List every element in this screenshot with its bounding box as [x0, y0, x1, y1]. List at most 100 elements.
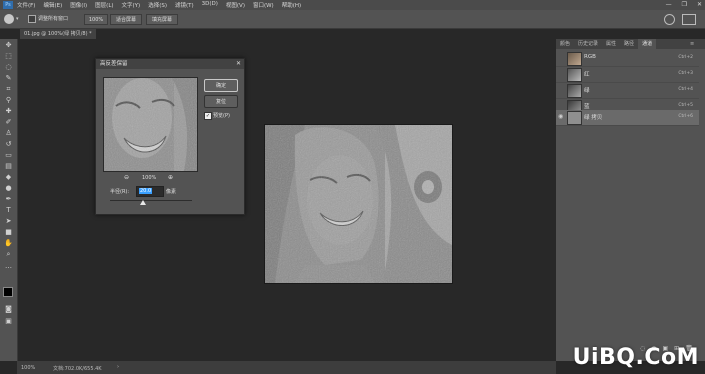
- eraser-tool-icon[interactable]: ▭: [3, 151, 14, 160]
- preview-checkbox[interactable]: ✓: [204, 112, 212, 120]
- fit-screen-button[interactable]: 适合屏幕: [110, 14, 142, 25]
- status-bar: 100% 文档:702.0K/655.4K ›: [17, 361, 556, 374]
- eyedropper-tool-icon[interactable]: ⚲: [3, 96, 14, 105]
- zoom-tool-icon[interactable]: ⌕: [3, 250, 14, 259]
- dialog-preview[interactable]: [103, 77, 198, 172]
- panel-menu-icon[interactable]: ≡: [690, 41, 694, 47]
- stamp-tool-icon[interactable]: ♙: [3, 129, 14, 138]
- channel-name: 绿 拷贝: [584, 115, 603, 121]
- menu-items: 文件(F) 编辑(E) 图像(I) 图层(L) 文字(Y) 选择(S) 滤镜(T…: [17, 1, 301, 9]
- quick-select-tool-icon[interactable]: ✎: [3, 74, 14, 83]
- crop-tool-icon[interactable]: ⌗: [3, 85, 14, 94]
- portrait-image: [265, 125, 452, 283]
- restore-icon[interactable]: ❐: [682, 1, 687, 8]
- zoom-in-icon[interactable]: ⊕: [168, 174, 173, 181]
- fill-screen-button[interactable]: 填充屏幕: [146, 14, 178, 25]
- photoshop-logo: Ps: [3, 1, 13, 9]
- move-tool-icon[interactable]: ✥: [3, 41, 14, 50]
- radius-input[interactable]: 20.0: [136, 186, 164, 197]
- panel-tabs: 颜色 历史记录 属性 路径 通道: [556, 39, 705, 49]
- path-select-tool-icon[interactable]: ➤: [3, 217, 14, 226]
- toolbar: ✥ ⬚ ◌ ✎ ⌗ ⚲ ✚ ✐ ♙ ↺ ▭ ▤ ◆ ● ✒ T ➤ ■ ✋ ⌕ …: [0, 39, 18, 361]
- dialog-close-icon[interactable]: ✕: [236, 60, 241, 67]
- channel-green[interactable]: 绿 Ctrl+4: [556, 83, 699, 99]
- channel-name: 绿: [584, 88, 590, 94]
- tab-history[interactable]: 历史记录: [574, 39, 602, 49]
- pen-tool-icon[interactable]: ✒: [3, 195, 14, 204]
- type-tool-icon[interactable]: T: [3, 206, 14, 215]
- more-tools-icon[interactable]: …: [3, 262, 14, 271]
- menu-help[interactable]: 帮助(H): [282, 1, 301, 9]
- hand-tool-icon[interactable]: [4, 14, 14, 24]
- tab-paths[interactable]: 路径: [620, 39, 638, 49]
- dodge-tool-icon[interactable]: ●: [3, 184, 14, 193]
- menu-edit[interactable]: 编辑(E): [43, 1, 62, 9]
- channel-shortcut: Ctrl+5: [678, 103, 693, 108]
- ok-button[interactable]: 确定: [204, 79, 238, 92]
- menu-file[interactable]: 文件(F): [17, 1, 35, 9]
- minimize-icon[interactable]: —: [666, 1, 672, 8]
- preview-image: [104, 78, 197, 171]
- channel-name: 蓝: [584, 104, 590, 110]
- workspace-icon[interactable]: [682, 14, 696, 25]
- high-pass-dialog: 高反差保留 ✕ 确定 复位 ✓ 预览(P) ⊖ 100% ⊕ 半径(R): 20…: [95, 58, 245, 215]
- blur-tool-icon[interactable]: ◆: [3, 173, 14, 182]
- menu-window[interactable]: 窗口(W): [253, 1, 274, 9]
- scroll-all-windows-label: 调整所有窗口: [38, 16, 69, 22]
- channel-name: 红: [584, 72, 590, 78]
- channel-shortcut: Ctrl+3: [678, 71, 693, 76]
- tool-preset-chevron-icon[interactable]: ▾: [16, 16, 19, 22]
- scroll-all-windows-checkbox[interactable]: [28, 15, 36, 23]
- menu-layer[interactable]: 图层(L): [95, 1, 113, 9]
- dialog-title: 高反差保留: [96, 59, 244, 69]
- menu-type[interactable]: 文字(Y): [122, 1, 141, 9]
- screen-mode-icon[interactable]: ▣: [3, 317, 14, 326]
- close-icon[interactable]: ✕: [697, 1, 702, 8]
- options-bar: ▾ 调整所有窗口 100% 适合屏幕 填充屏幕: [0, 10, 705, 29]
- foreground-color-swatch[interactable]: [3, 287, 13, 297]
- status-zoom: 100%: [21, 365, 36, 371]
- document-tab[interactable]: 01.jpg @ 100%(绿 拷贝/8) *: [20, 29, 96, 39]
- menu-filter[interactable]: 滤镜(T): [175, 1, 194, 9]
- radius-slider-thumb[interactable]: [139, 200, 146, 205]
- marquee-tool-icon[interactable]: ⬚: [3, 52, 14, 61]
- visibility-eye-icon[interactable]: ◉: [558, 113, 563, 120]
- lasso-tool-icon[interactable]: ◌: [3, 63, 14, 72]
- tab-channels[interactable]: 通道: [638, 39, 657, 49]
- channel-thumbnail: [567, 111, 582, 125]
- brush-tool-icon[interactable]: ✐: [3, 118, 14, 127]
- menu-select[interactable]: 选择(S): [148, 1, 167, 9]
- channel-green-copy[interactable]: ◉ 绿 拷贝 Ctrl+6: [556, 110, 699, 126]
- canvas-image[interactable]: [264, 124, 453, 284]
- gradient-tool-icon[interactable]: ▤: [3, 162, 14, 171]
- preview-checkbox-label: 预览(P): [213, 113, 230, 119]
- tab-color[interactable]: 颜色: [556, 39, 574, 49]
- radius-unit: 像素: [166, 189, 177, 195]
- window-controls: — ❐ ✕: [666, 1, 702, 8]
- channel-shortcut: Ctrl+6: [678, 114, 693, 119]
- preview-zoom-level: 100%: [142, 175, 157, 181]
- channel-rgb[interactable]: RGB Ctrl+2: [556, 51, 699, 67]
- menu-bar: Ps 文件(F) 编辑(E) 图像(I) 图层(L) 文字(Y) 选择(S) 滤…: [0, 0, 705, 10]
- channel-thumbnail: [567, 84, 582, 98]
- zoom-100-button[interactable]: 100%: [84, 14, 108, 25]
- channel-thumbnail: [567, 52, 582, 66]
- menu-3d[interactable]: 3D(D): [202, 1, 218, 9]
- tab-properties[interactable]: 属性: [602, 39, 620, 49]
- search-icon[interactable]: [664, 14, 675, 25]
- watermark: UiBQ.CoM: [572, 345, 699, 370]
- channel-name: RGB: [584, 54, 596, 60]
- radius-slider-track[interactable]: [110, 200, 192, 201]
- radius-label: 半径(R):: [110, 189, 130, 195]
- zoom-out-icon[interactable]: ⊖: [124, 174, 129, 181]
- history-brush-tool-icon[interactable]: ↺: [3, 140, 14, 149]
- quick-mask-icon[interactable]: ◙: [3, 305, 14, 314]
- hand-tool-icon[interactable]: ✋: [3, 239, 14, 248]
- healing-tool-icon[interactable]: ✚: [3, 107, 14, 116]
- menu-view[interactable]: 视图(V): [226, 1, 245, 9]
- shape-tool-icon[interactable]: ■: [3, 228, 14, 237]
- menu-image[interactable]: 图像(I): [70, 1, 87, 9]
- channel-red[interactable]: 红 Ctrl+3: [556, 67, 699, 83]
- reset-button[interactable]: 复位: [204, 95, 238, 108]
- status-arrow-icon[interactable]: ›: [117, 364, 119, 370]
